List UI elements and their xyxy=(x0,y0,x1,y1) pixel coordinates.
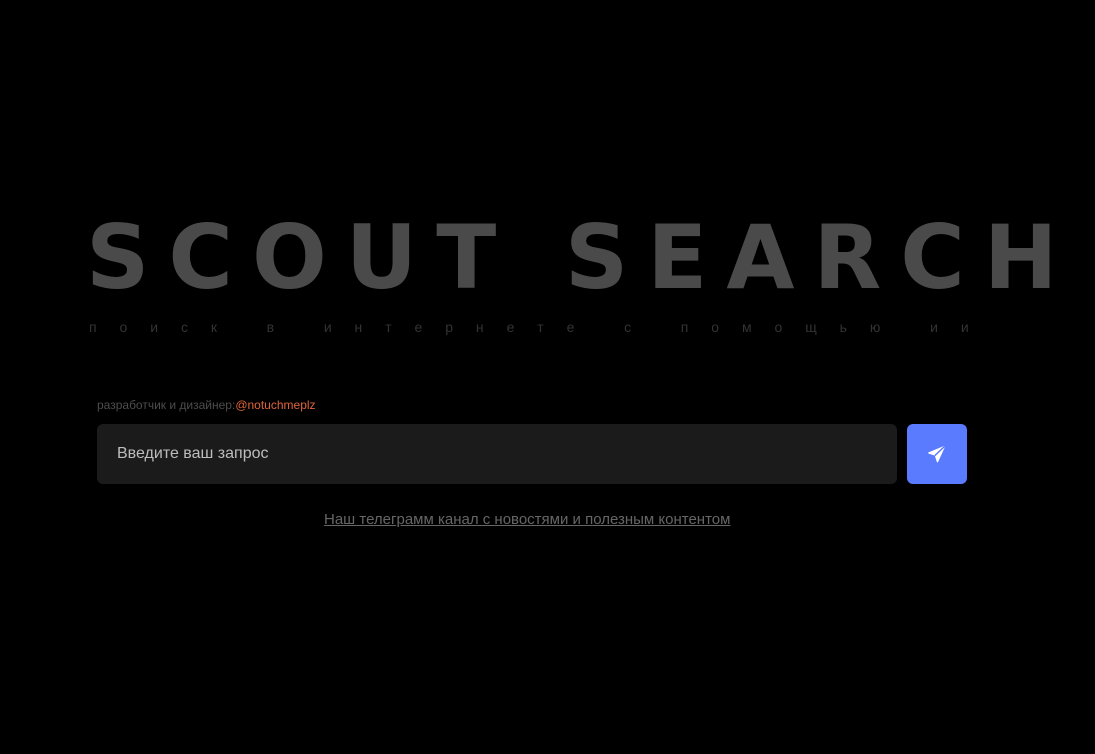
subtitle-letter xyxy=(240,319,244,335)
page: SCOUT SEARCH п о и с к в и н т е р н е т е с п о м о щ ь ю… xyxy=(0,0,1095,754)
telegram-channel-link[interactable]: Наш телеграмм канал с новостями и полезн… xyxy=(324,510,730,530)
subtitle-letter: с xyxy=(624,319,632,335)
subtitle-letter: т xyxy=(385,319,392,335)
subtitle-letter: т xyxy=(537,319,544,335)
page-title: SCOUT SEARCH xyxy=(86,206,1077,309)
page-subtitle: поиск в интернете с помощью ии xyxy=(89,319,969,335)
subtitle-letter: и xyxy=(930,319,938,335)
subtitle-letter xyxy=(903,319,907,335)
developer-credit: разработчик и дизайнер:@notuchmeplz xyxy=(97,397,316,413)
subtitle-letter: п xyxy=(89,319,97,335)
subtitle-letter: е xyxy=(506,319,515,335)
subtitle-letter: е xyxy=(566,319,575,335)
subtitle-letter: и xyxy=(150,319,159,335)
subtitle-letter: н xyxy=(354,319,363,335)
subtitle-letter: щ xyxy=(805,319,817,335)
subtitle-letter: н xyxy=(475,319,484,335)
subtitle-letter xyxy=(597,319,601,335)
send-paper-plane-icon xyxy=(925,442,949,466)
subtitle-letter: п xyxy=(680,319,689,335)
subtitle-letter: ь xyxy=(839,319,847,335)
subtitle-letter: ю xyxy=(869,319,881,335)
subtitle-letter: р xyxy=(445,319,454,335)
search-input[interactable] xyxy=(97,424,897,484)
subtitle-letter: и xyxy=(960,319,969,335)
subtitle-letter: о xyxy=(711,319,720,335)
subtitle-letter: к xyxy=(210,319,217,335)
subtitle-letter: е xyxy=(414,319,423,335)
subtitle-letter: о xyxy=(774,319,783,335)
subtitle-letter: и xyxy=(323,319,332,335)
developer-handle-link[interactable]: @notuchmeplz xyxy=(235,398,315,412)
subtitle-letter: о xyxy=(119,319,128,335)
subtitle-letter: в xyxy=(266,319,275,335)
search-box xyxy=(97,424,897,484)
credit-label: разработчик и дизайнер: xyxy=(97,398,236,412)
subtitle-letter xyxy=(297,319,301,335)
subtitle-letter xyxy=(654,319,658,335)
send-button[interactable] xyxy=(907,424,967,484)
subtitle-letter: м xyxy=(742,319,752,335)
subtitle-letter: с xyxy=(180,319,188,335)
